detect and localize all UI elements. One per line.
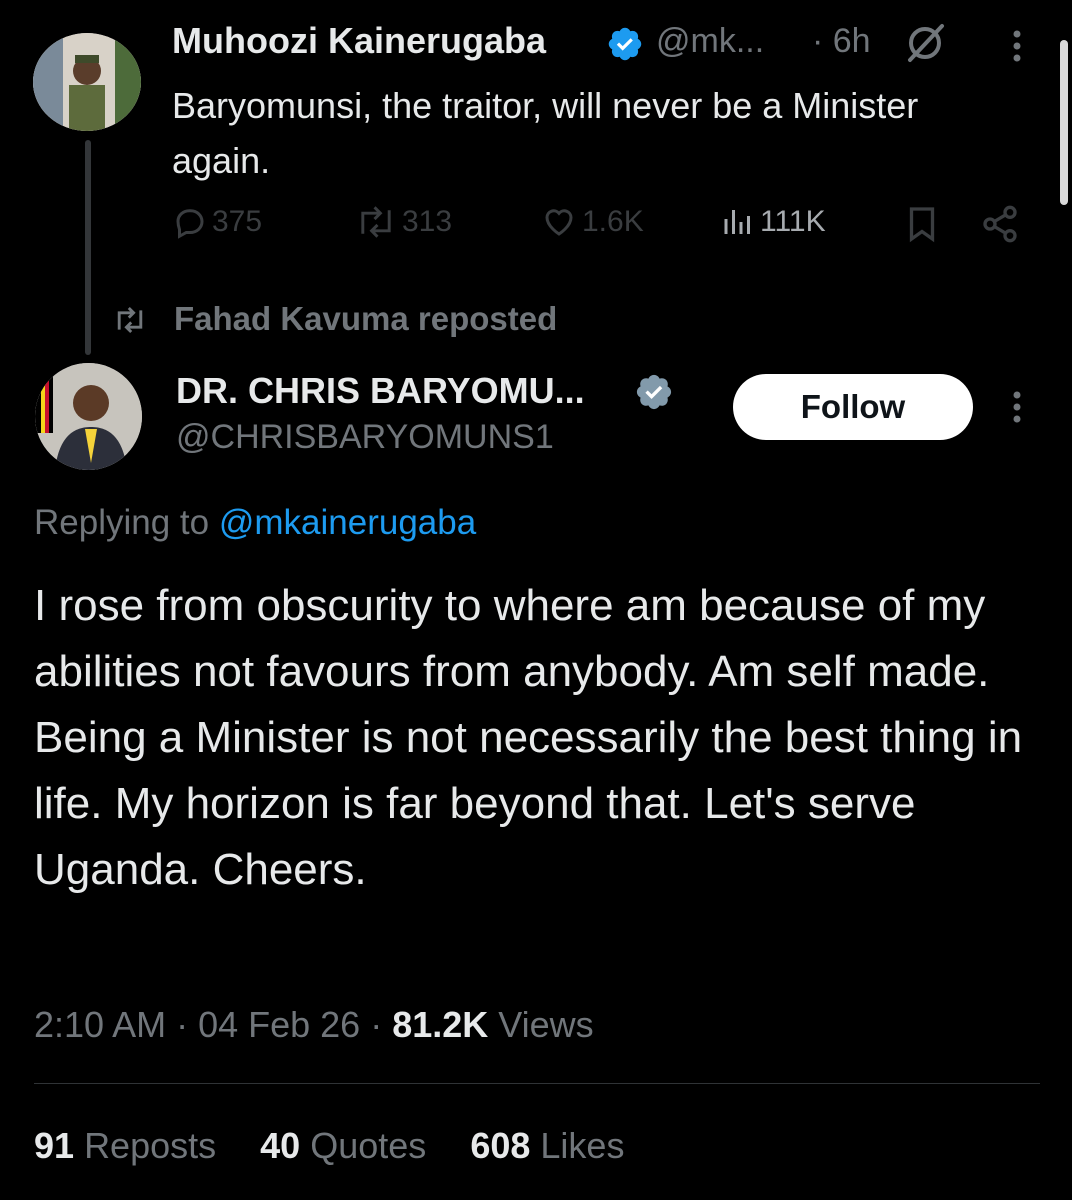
like-icon <box>540 204 578 240</box>
more-icon[interactable] <box>1000 26 1034 66</box>
likes-stat[interactable]: 608 Likes <box>470 1125 658 1166</box>
verified-badge-icon <box>606 25 644 63</box>
quotes-count: 40 <box>260 1125 301 1166</box>
tweet-meta: 2:10 AM · 04 Feb 26 · 81.2K Views <box>34 1004 594 1046</box>
views-label: Views <box>498 1004 594 1045</box>
divider <box>34 1083 1040 1084</box>
likes-label: Likes <box>540 1125 625 1166</box>
scrollbar[interactable] <box>1060 40 1068 205</box>
verified-badge-icon <box>634 372 674 412</box>
engagement-stats: 91 Reposts 40 Quotes 608 Likes <box>34 1125 658 1167</box>
like-button[interactable]: 1.6K <box>540 204 644 240</box>
retweet-icon <box>354 204 398 240</box>
replying-mention-link[interactable]: @mkainerugaba <box>219 503 476 542</box>
views-icon <box>720 204 756 240</box>
parent-author-name[interactable]: Muhoozi Kainerugaba <box>172 20 546 62</box>
views-count: 81.2K <box>392 1004 489 1045</box>
bookmark-button[interactable] <box>904 204 940 244</box>
parent-author-handle[interactable]: @mk... <box>656 22 764 61</box>
quotes-label: Quotes <box>310 1125 427 1166</box>
replying-to: Replying to @mkainerugaba <box>34 503 476 543</box>
reply-icon <box>172 204 208 240</box>
avatar-chris-baryomunsi[interactable] <box>35 363 142 470</box>
tweet-timestamp[interactable]: 2:10 AM · 04 Feb 26 · <box>34 1004 382 1045</box>
likes-count: 608 <box>470 1125 531 1166</box>
replying-prefix: Replying to <box>34 503 210 542</box>
retweet-button[interactable]: 313 <box>354 204 452 240</box>
avatar-muhoozi[interactable] <box>33 33 141 131</box>
share-button[interactable] <box>980 204 1020 244</box>
reply-button[interactable]: 375 <box>172 204 262 240</box>
main-author-handle[interactable]: @CHRISBARYOMUNS1 <box>176 418 554 457</box>
reposts-count: 91 <box>34 1125 75 1166</box>
reply-count: 375 <box>212 205 263 238</box>
main-author-name[interactable]: DR. CHRIS BARYOMU... <box>176 370 585 412</box>
follow-button[interactable]: Follow <box>733 374 973 440</box>
bookmark-icon <box>904 204 940 244</box>
grok-icon[interactable] <box>902 20 948 66</box>
parent-tweet-time[interactable]: · 6h <box>812 22 871 61</box>
views-button[interactable]: 111K <box>720 204 826 240</box>
parent-tweet-text: Baryomunsi, the traitor, will never be a… <box>172 85 919 181</box>
share-icon <box>980 204 1020 244</box>
thread-line <box>85 140 91 355</box>
more-icon[interactable] <box>1000 387 1034 427</box>
repost-context-label[interactable]: Fahad Kavuma reposted <box>174 300 557 338</box>
like-count: 1.6K <box>582 205 644 238</box>
quotes-stat[interactable]: 40 Quotes <box>260 1125 460 1166</box>
reposts-label: Reposts <box>84 1125 217 1166</box>
main-tweet-text: I rose from obscurity to where am becaus… <box>34 581 1023 894</box>
repost-icon <box>112 302 148 338</box>
retweet-count: 313 <box>402 205 453 238</box>
views-count: 111K <box>760 205 826 238</box>
reposts-stat[interactable]: 91 Reposts <box>34 1125 250 1166</box>
